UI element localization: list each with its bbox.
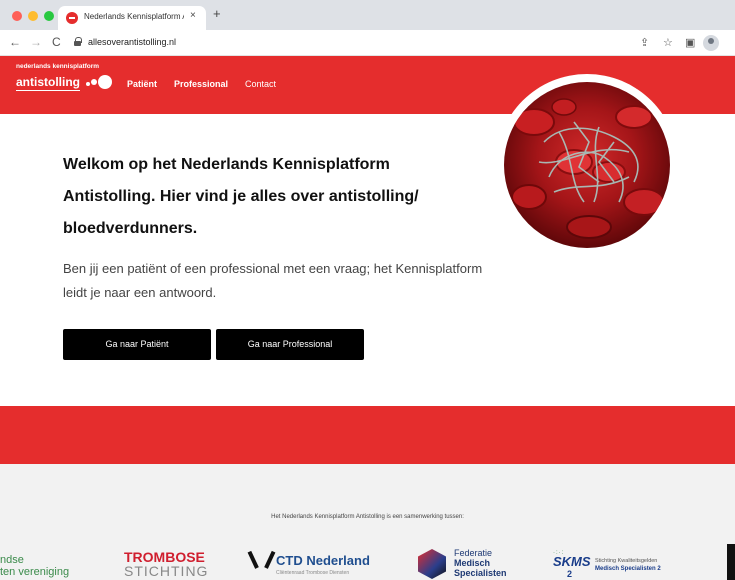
blood-cells-image <box>504 82 670 248</box>
partners-caption: Het Nederlands Kennisplatform Antistolli… <box>271 514 464 520</box>
side-panel-icon[interactable]: ▣ <box>685 36 695 49</box>
skms-text-line1: Stichting Kwaliteitsgelden <box>595 558 658 564</box>
ctd-subtitle: Cliëntenraad Trombose Diensten <box>276 570 350 576</box>
logo-top-text: nederlands kennisplatform <box>16 63 100 70</box>
address-bar[interactable]: allesoverantistolling.nl <box>70 34 630 52</box>
skms-text-line2: Medisch Specialisten 2 <box>595 566 661 572</box>
stichting-text: STICHTING <box>124 563 209 579</box>
partner-logo-patients-association[interactable]: ndse ten vereniging <box>0 554 90 578</box>
site-logo[interactable]: nederlands kennisplatform antistolling <box>16 63 112 99</box>
bookmark-star-icon[interactable]: ☆ <box>663 36 673 49</box>
skms-name: SKMS <box>553 554 591 569</box>
nav-link-patient[interactable]: Patiënt <box>127 79 157 89</box>
go-to-professional-button[interactable]: Ga naar Professional <box>216 329 364 360</box>
partner-logo-trombosestichting[interactable]: TROMBOSE STICHTING <box>124 550 224 578</box>
partner-logo-edge <box>727 544 735 580</box>
logo-bottom-text: antistolling <box>16 75 80 91</box>
reload-icon[interactable]: C <box>52 35 61 49</box>
fms-line3: Specialisten <box>454 568 507 578</box>
url-text: allesoverantistolling.nl <box>88 37 177 47</box>
tab-close-icon[interactable]: × <box>190 10 196 21</box>
nav-link-contact[interactable]: Contact <box>245 79 276 89</box>
back-arrow-icon[interactable]: ← <box>9 35 21 49</box>
partner-1-line1: ndse <box>0 554 24 566</box>
red-divider-band <box>0 406 735 464</box>
go-to-patient-button[interactable]: Ga naar Patiënt <box>63 329 211 360</box>
browser-toolbar: ← → C allesoverantistolling.nl ⇪ ☆ ▣ <box>0 30 735 56</box>
tab-title: Nederlands Kennisplatform A <box>84 12 184 21</box>
lock-icon <box>74 37 82 46</box>
fms-line1: Federatie <box>454 548 493 558</box>
hero-image <box>496 74 678 256</box>
trombose-text: TROMBOSE <box>124 549 205 565</box>
nav-link-professional[interactable]: Professional <box>174 79 228 89</box>
hero-headline: Welkom op het Nederlands Kennisplatform … <box>63 156 419 237</box>
site-favicon-icon <box>66 12 78 24</box>
fms-line2: Medisch <box>454 558 491 568</box>
partners-section: Het Nederlands Kennisplatform Antistolli… <box>0 464 735 580</box>
browser-tab[interactable]: Nederlands Kennisplatform A × <box>58 6 206 30</box>
browser-tab-bar: Nederlands Kennisplatform A × + <box>0 0 735 30</box>
share-icon[interactable]: ⇪ <box>640 36 649 49</box>
minimize-window-button[interactable] <box>28 11 38 21</box>
partner-logo-ctd-nederland[interactable]: CTD Nederland Cliëntenraad Trombose Dien… <box>252 550 392 580</box>
partner-1-line2: ten vereniging <box>0 566 70 578</box>
new-tab-button[interactable]: + <box>213 6 221 21</box>
partner-logo-skms[interactable]: ·:·: SKMS 2 Stichting Kwaliteitsgelden M… <box>553 550 683 580</box>
ctd-figure-icon <box>252 550 272 576</box>
skms-number: 2 <box>567 569 573 579</box>
hero-subtext: Ben jij een patiënt of een professional … <box>63 261 483 300</box>
ctd-name: CTD Nederland <box>276 553 370 568</box>
fms-hexagon-icon <box>418 549 446 579</box>
forward-arrow-icon[interactable]: → <box>30 35 42 49</box>
close-window-button[interactable] <box>12 11 22 21</box>
profile-avatar-icon[interactable] <box>703 35 719 51</box>
maximize-window-button[interactable] <box>44 11 54 21</box>
partner-logo-fms[interactable]: Federatie Medisch Specialisten <box>418 547 528 580</box>
